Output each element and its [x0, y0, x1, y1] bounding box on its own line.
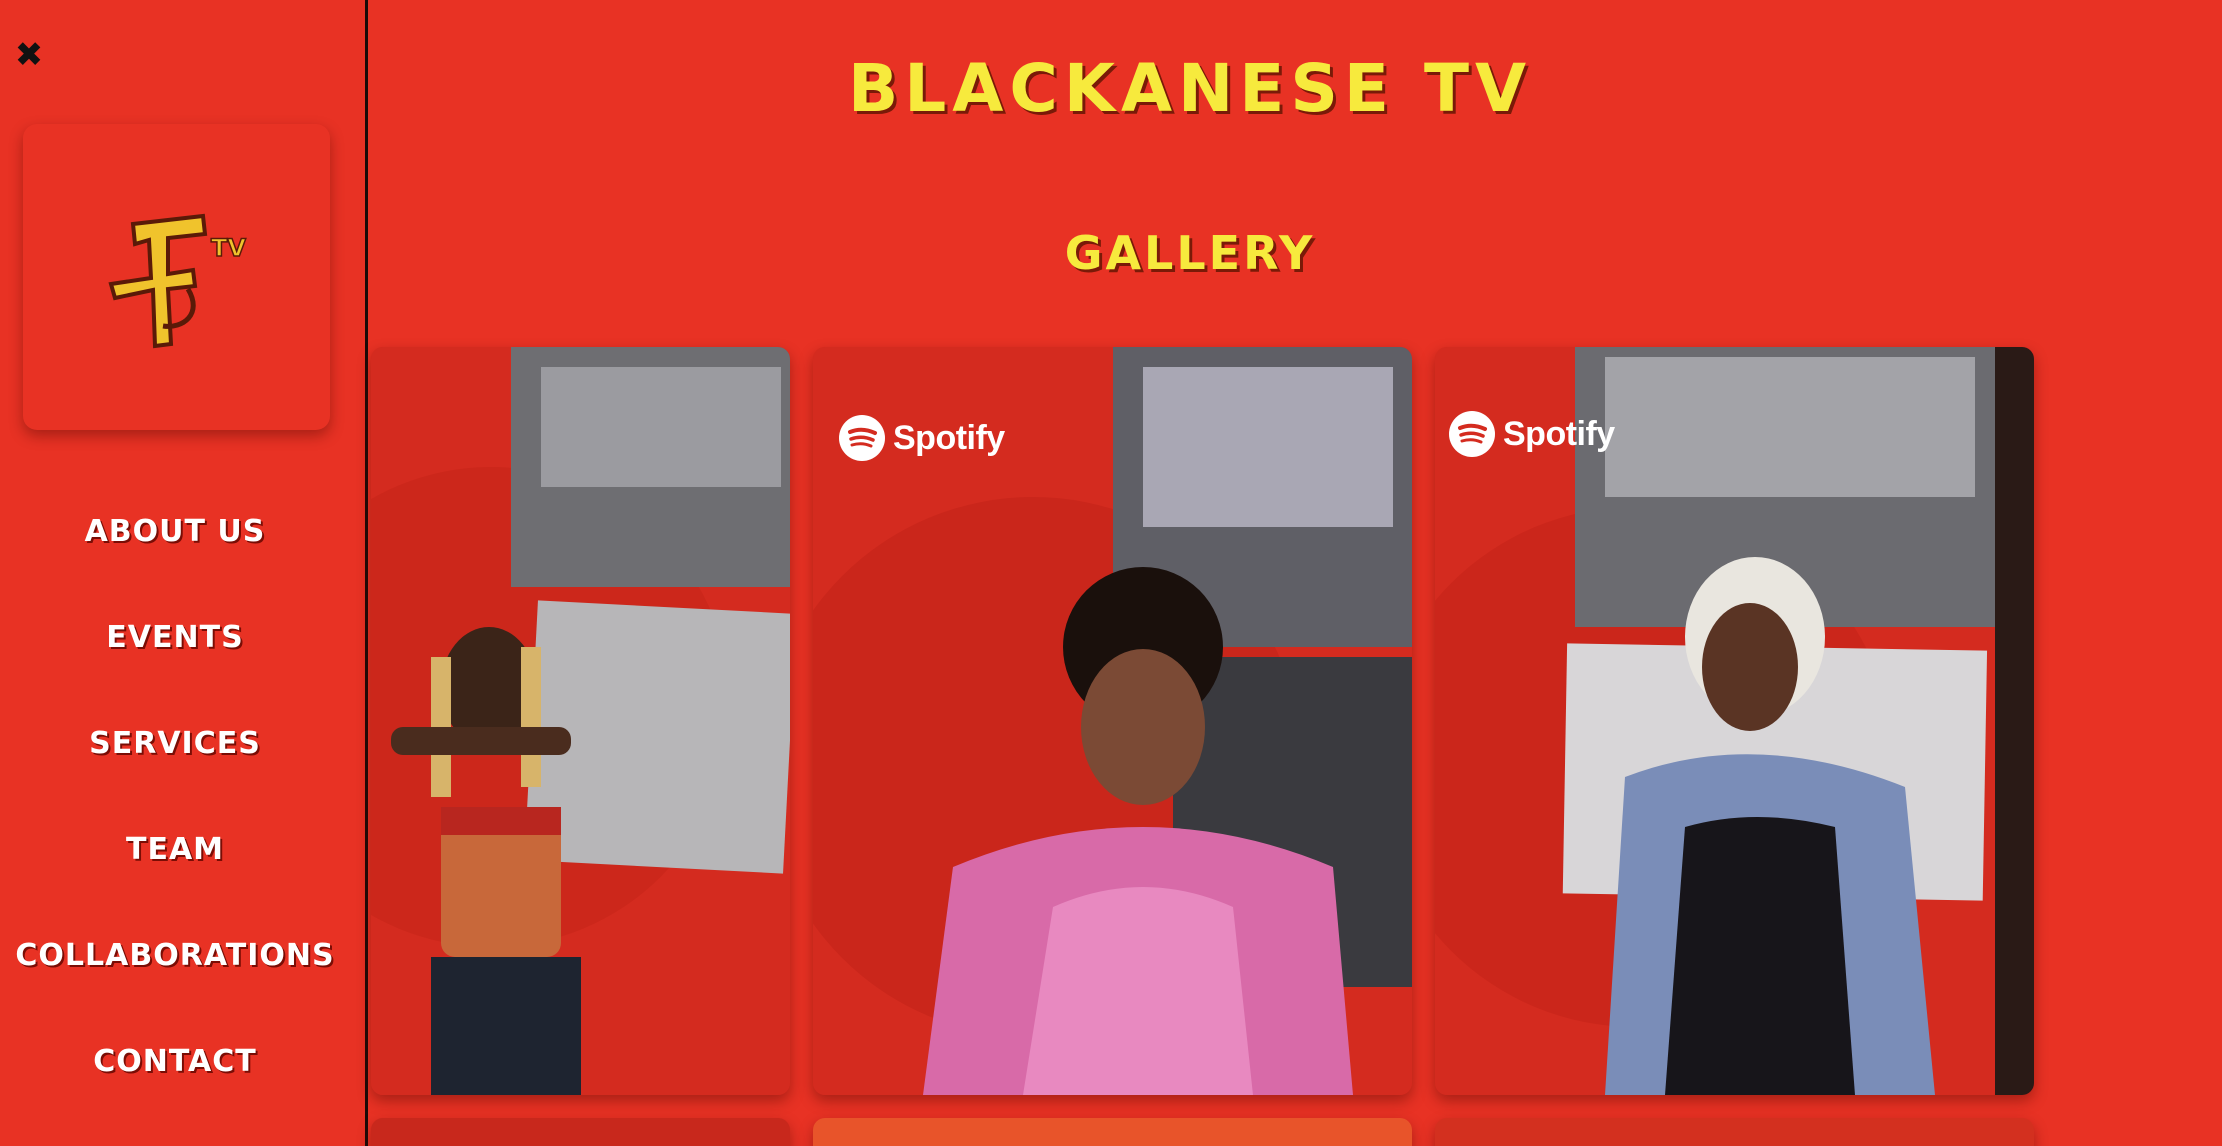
main-content: BLACKANESE TV GALLERY Spotify Spotify	[371, 0, 2222, 1146]
gallery-photo-6[interactable]	[1435, 1118, 2034, 1146]
sidebar-item-collaborations[interactable]: COLLABORATIONS	[0, 938, 350, 973]
close-icon[interactable]: ✖	[12, 38, 46, 72]
gallery-photo-1[interactable]	[371, 347, 790, 1095]
logo-icon: TV	[108, 213, 247, 349]
sidebar-item-events[interactable]: EVENTS	[0, 620, 350, 655]
spotify-badge: Spotify	[1449, 409, 1615, 459]
logo-text: TV	[211, 234, 246, 262]
gallery-title: GALLERY	[1064, 226, 1316, 280]
spotify-label: Spotify	[893, 418, 1005, 457]
sidebar-item-about-us[interactable]: ABOUT US	[0, 514, 350, 549]
gallery-photo-5[interactable]	[813, 1118, 1412, 1146]
spotify-icon	[1449, 411, 1495, 457]
spotify-label: Spotify	[1503, 414, 1615, 453]
spotify-badge: Spotify	[839, 413, 1005, 463]
site-title: BLACKANESE TV	[847, 50, 1533, 127]
gallery-photo-3[interactable]: Spotify	[1435, 347, 2034, 1095]
gallery-photo-2[interactable]: Spotify	[813, 347, 1412, 1095]
logo-card[interactable]: TV	[23, 124, 330, 430]
photo-image	[371, 347, 790, 1095]
sidebar-item-team[interactable]: TEAM	[0, 832, 350, 867]
photo-image	[1435, 347, 2034, 1095]
sidebar-item-contact[interactable]: CONTACT	[0, 1044, 350, 1079]
app: ✖ TV ABOUT US EVENTS SERVICES TEAM COLLA…	[0, 0, 2222, 1146]
spotify-icon	[839, 415, 885, 461]
sidebar: ✖ TV ABOUT US EVENTS SERVICES TEAM COLLA…	[0, 0, 368, 1146]
gallery-photo-4[interactable]	[371, 1118, 790, 1146]
sidebar-item-services[interactable]: SERVICES	[0, 726, 350, 761]
